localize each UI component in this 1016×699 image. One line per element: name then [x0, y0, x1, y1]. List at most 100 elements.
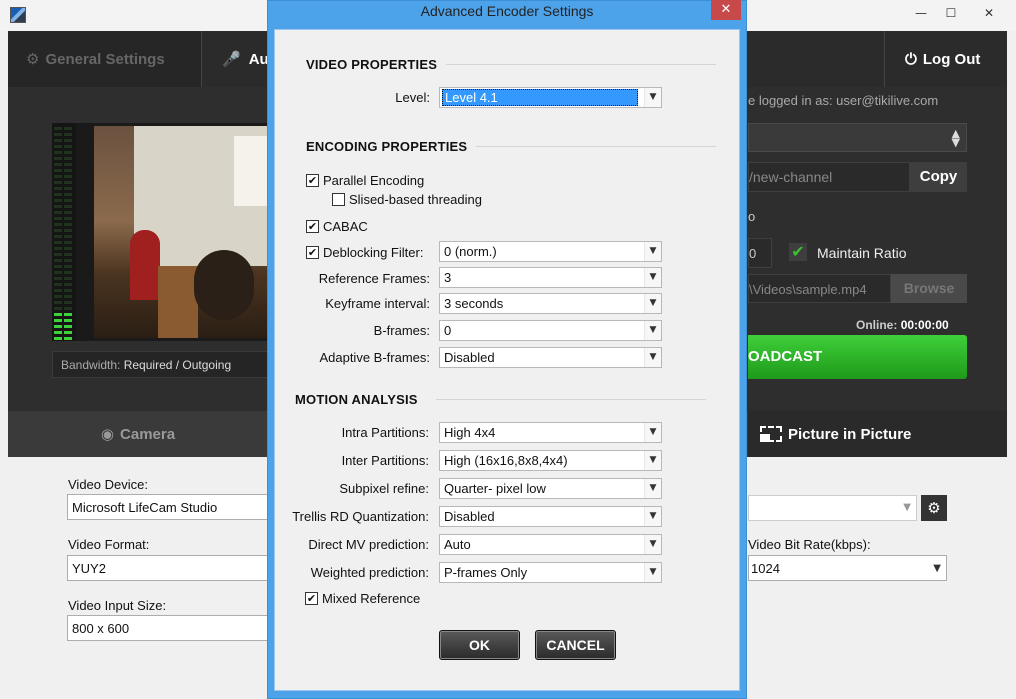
close-window-button[interactable]: ✕	[974, 4, 1004, 22]
weighted-prediction-label: Weighted prediction:	[310, 565, 429, 580]
adaptive-b-frames-select[interactable]: Disabled ▼	[439, 347, 662, 368]
channel-select[interactable]: ▲ ▼	[748, 123, 967, 152]
divider	[476, 146, 716, 147]
maintain-ratio-checkbox[interactable]: ✔	[789, 243, 807, 261]
close-icon: ✕	[720, 2, 732, 17]
tab-picture-in-picture[interactable]: Picture in Picture	[748, 411, 1007, 457]
direct-mv-value: Auto	[444, 537, 471, 552]
ok-button[interactable]: OK	[439, 630, 520, 660]
meter-segment	[54, 163, 62, 166]
b-frames-select[interactable]: 0 ▼	[439, 320, 662, 341]
meter-segment	[54, 127, 62, 130]
camera-preview-image	[94, 126, 269, 338]
meter-segment	[64, 193, 72, 196]
chevron-down-icon: ▼	[644, 242, 661, 261]
subpixel-refine-select[interactable]: Quarter- pixel low ▼	[439, 478, 662, 499]
video-input-size-select[interactable]: 800 x 600	[67, 615, 268, 641]
intra-partitions-value: High 4x4	[444, 425, 496, 440]
meter-segment	[54, 289, 62, 292]
logged-in-text: e logged in as: user@tikilive.com	[748, 93, 939, 108]
subpixel-refine-value: Quarter- pixel low	[444, 481, 546, 496]
video-format-select[interactable]: YUY2	[67, 555, 268, 581]
meter-segment	[64, 301, 72, 304]
weighted-prediction-select[interactable]: P-frames Only ▼	[439, 562, 662, 583]
deblocking-select[interactable]: 0 (norm.) ▼	[439, 241, 662, 262]
video-properties-heading: VIDEO PROPERTIES	[306, 57, 438, 72]
dialog-close-button[interactable]: ✕	[711, 0, 741, 20]
reference-frames-select[interactable]: 3 ▼	[439, 267, 662, 288]
checkmark-icon: ✔	[791, 242, 805, 261]
video-device-select[interactable]: Microsoft LifeCam Studio	[67, 494, 268, 520]
chevron-down-icon: ▼	[933, 563, 941, 574]
video-format-label: Video Format:	[68, 537, 150, 552]
keyframe-interval-select[interactable]: 3 seconds ▼	[439, 293, 662, 314]
parallel-encoding-checkbox[interactable]: ✔	[306, 174, 319, 187]
chevron-down-icon: ▼	[644, 348, 661, 367]
file-path-field[interactable]: \Videos\sample.mp4	[748, 274, 891, 303]
meter-segment	[64, 265, 72, 268]
meter-segment	[64, 307, 72, 310]
app-logo-icon	[10, 7, 26, 23]
meter-segment	[54, 283, 62, 286]
meter-segment	[54, 247, 62, 250]
meter-segment	[64, 145, 72, 148]
encoding-properties-heading: ENCODING PROPERTIES	[306, 139, 468, 154]
tab-camera[interactable]: ◉ Camera	[8, 411, 268, 457]
video-bitrate-select[interactable]: 1024 ▼	[748, 555, 947, 581]
chevron-down-icon: ▼	[644, 507, 661, 526]
subpixel-refine-label: Subpixel refine:	[339, 481, 429, 496]
intra-partitions-select[interactable]: High 4x4 ▼	[439, 422, 662, 443]
meter-segment	[64, 241, 72, 244]
meter-segment	[64, 337, 72, 340]
meter-segment	[64, 289, 72, 292]
meter-segment	[54, 175, 62, 178]
copy-button[interactable]: Copy	[910, 162, 967, 192]
level-select[interactable]: Level 4.1 ▼	[439, 87, 662, 108]
channel-url-field[interactable]: /new-channel	[748, 162, 910, 192]
logout-button[interactable]: ⏻ Log Out	[884, 31, 1007, 87]
meter-segment	[64, 229, 72, 232]
meter-segment	[54, 193, 62, 196]
deblocking-label: Deblocking Filter:	[323, 245, 424, 260]
minimize-button[interactable]: —	[906, 4, 936, 22]
meter-segment	[54, 145, 62, 148]
mixed-reference-checkbox[interactable]: ✔	[305, 592, 318, 605]
meter-segment	[64, 319, 72, 322]
meter-segment	[64, 331, 72, 334]
chevron-updown-icon: ▲ ▼	[951, 127, 960, 149]
intra-partitions-label: Intra Partitions:	[341, 425, 429, 440]
audio-device-select[interactable]: ▼	[748, 495, 917, 521]
gear-icon: ⚙	[927, 499, 941, 517]
tab-audio-label: Au	[248, 50, 269, 68]
slised-threading-checkbox[interactable]	[332, 193, 345, 206]
maximize-button[interactable]: ☐	[936, 4, 966, 22]
meter-segment	[64, 181, 72, 184]
meter-segment	[54, 169, 62, 172]
chevron-down-icon: ▼	[644, 423, 661, 442]
audio-level-bars	[54, 127, 72, 340]
cabac-label: CABAC	[323, 219, 368, 234]
reference-frames-value: 3	[444, 270, 452, 285]
meter-segment	[54, 217, 62, 220]
cancel-button[interactable]: CANCEL	[535, 630, 616, 660]
meter-segment	[54, 223, 62, 226]
trellis-value: Disabled	[444, 509, 495, 524]
browse-button[interactable]: Browse	[891, 274, 967, 303]
inter-partitions-select[interactable]: High (16x16,8x8,4x4) ▼	[439, 450, 662, 471]
gear-icon: ⚙	[26, 50, 40, 68]
meter-segment	[54, 295, 62, 298]
advanced-settings-gear-button[interactable]: ⚙	[921, 495, 947, 521]
meter-segment	[54, 271, 62, 274]
start-broadcast-button[interactable]: OADCAST	[748, 335, 967, 379]
meter-segment	[64, 169, 72, 172]
cabac-checkbox[interactable]: ✔	[306, 220, 319, 233]
video-device-label: Video Device:	[68, 477, 148, 492]
meter-segment	[64, 211, 72, 214]
mixed-reference-label: Mixed Reference	[322, 591, 421, 606]
height-input[interactable]: 0	[748, 238, 772, 268]
direct-mv-select[interactable]: Auto ▼	[439, 534, 662, 555]
tab-general-settings[interactable]: ⚙ General Settings	[8, 31, 201, 87]
trellis-select[interactable]: Disabled ▼	[439, 506, 662, 527]
chevron-down-icon: ▼	[644, 268, 661, 287]
deblocking-checkbox[interactable]: ✔	[306, 246, 319, 259]
